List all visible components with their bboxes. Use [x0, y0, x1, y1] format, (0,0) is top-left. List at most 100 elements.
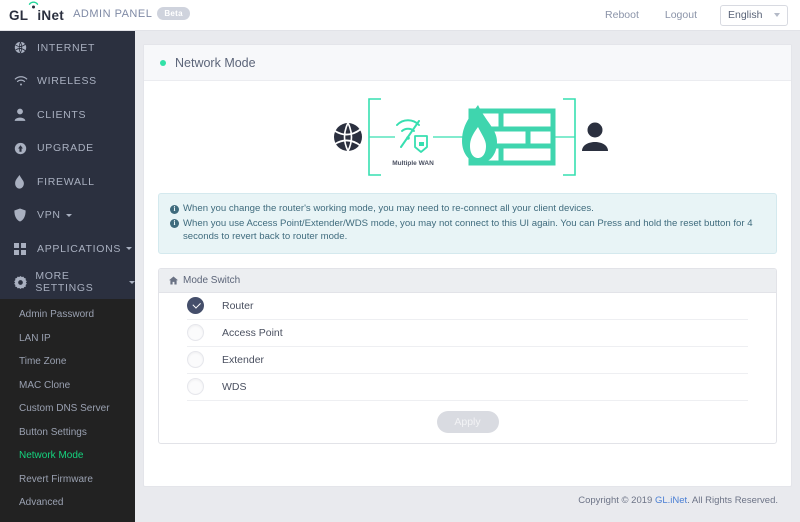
logo-text-gl: GL [9, 8, 29, 23]
flame-icon [14, 174, 36, 189]
sidebar-item-label: MORE SETTINGS [35, 270, 94, 295]
notice-text: When you use Access Point/Extender/WDS m… [183, 217, 753, 243]
upgrade-icon [14, 142, 36, 155]
top-header-bar: GL iNet ADMIN PANEL Beta Reboot Logout En… [0, 0, 800, 31]
sidebar-item-label: CLIENTS [37, 108, 87, 121]
mode-switch-header: Mode Switch [159, 268, 776, 293]
main-content-area: Network Mode Multiple WAN i When you cha… [135, 31, 800, 522]
shield-icon [14, 208, 36, 222]
network-topology-diagram: Multiple WAN [144, 81, 791, 189]
reboot-link[interactable]: Reboot [592, 9, 652, 21]
home-icon [169, 275, 178, 285]
sidebar-subitem-button-settings[interactable]: Button Settings [0, 421, 135, 445]
mode-option-label: WDS [222, 380, 247, 393]
mode-option-router[interactable]: Router [187, 293, 748, 320]
status-dot-icon [160, 59, 166, 66]
language-select[interactable]: English [720, 4, 788, 26]
mode-switch-options: Router Access Point Extender WDS Apply [159, 293, 776, 443]
brand-logo[interactable]: GL iNet [9, 1, 65, 23]
grid-icon [14, 242, 36, 255]
sidebar-subitem-network-mode[interactable]: Network Mode [0, 444, 135, 468]
sidebar-item-label: WIRELESS [37, 75, 97, 88]
page-title: Network Mode [175, 55, 256, 70]
user-icon [14, 108, 36, 122]
logout-link[interactable]: Logout [652, 9, 710, 21]
sidebar-subitem-label: Revert Firmware [19, 473, 93, 485]
sidebar-item-internet[interactable]: INTERNET [0, 31, 135, 65]
sidebar-subitem-label: Time Zone [19, 356, 67, 368]
sidebar-main-items: INTERNET WIRELESS CLIENTS UPGRADE FIREWA… [0, 31, 135, 299]
info-notice-box: i When you change the router's working m… [158, 193, 777, 254]
radio-wds[interactable] [187, 378, 204, 395]
sidebar-subitem-admin-password[interactable]: Admin Password [0, 303, 135, 327]
chevron-down-icon [774, 13, 780, 17]
multiple-wan-label: Multiple WAN [392, 160, 434, 167]
mode-option-access-point[interactable]: Access Point [187, 320, 748, 347]
apply-button-row: Apply [187, 401, 748, 443]
mode-switch-title: Mode Switch [183, 274, 241, 286]
mode-switch-panel: Mode Switch Router Access Point Extender [158, 267, 777, 444]
globe-icon [333, 122, 362, 152]
sidebar-item-clients[interactable]: CLIENTS [0, 98, 135, 132]
sidebar-item-label: FIREWALL [37, 175, 95, 188]
info-icon: i [170, 204, 179, 214]
mode-option-label: Router [222, 299, 254, 312]
mode-option-wds[interactable]: WDS [187, 374, 748, 401]
language-select-value: English [728, 9, 763, 21]
sidebar-subitem-mac-clone[interactable]: MAC Clone [0, 374, 135, 398]
network-mode-card: Network Mode Multiple WAN i When you cha… [143, 44, 792, 487]
glinet-link[interactable]: GL.iNet [655, 495, 687, 506]
radio-access-point[interactable] [187, 324, 204, 341]
radio-router[interactable] [187, 297, 204, 314]
info-icon: i [170, 219, 179, 228]
mode-option-extender[interactable]: Extender [187, 347, 748, 374]
copyright-prefix: Copyright © 2019 [578, 495, 655, 506]
sidebar-item-more-settings[interactable]: MORE SETTINGS [0, 266, 135, 300]
sidebar-subitem-label: MAC Clone [19, 379, 71, 391]
sidebar-item-applications[interactable]: APPLICATIONS [0, 232, 135, 266]
beta-badge: Beta [157, 6, 190, 20]
header-actions: Reboot Logout English [592, 4, 788, 26]
sidebar-subitem-custom-dns-server[interactable]: Custom DNS Server [0, 397, 135, 421]
wifi-icon [14, 75, 36, 87]
sidebar-item-label: APPLICATIONS [37, 242, 122, 255]
sidebar-item-upgrade[interactable]: UPGRADE [0, 132, 135, 166]
footer-copyright: Copyright © 2019 GL.iNet. All Rights Res… [135, 495, 800, 506]
apply-button[interactable]: Apply [436, 410, 499, 433]
sidebar-subitem-label: LAN IP [19, 332, 51, 344]
mode-option-label: Access Point [222, 326, 283, 339]
sidebar-subitem-revert-firmware[interactable]: Revert Firmware [0, 468, 135, 492]
mode-option-label: Extender [222, 353, 265, 366]
sidebar-item-firewall[interactable]: FIREWALL [0, 165, 135, 199]
radio-extender[interactable] [187, 351, 204, 368]
globe-icon [14, 41, 36, 54]
sidebar-item-label: VPN [37, 209, 61, 222]
chevron-down-icon [126, 247, 133, 251]
notice-line: i When you change the router's working m… [170, 202, 765, 216]
sidebar-item-wireless[interactable]: WIRELESS [0, 65, 135, 99]
copyright-suffix: . All Rights Reserved. [687, 495, 778, 506]
logo-text-inet: iNet [37, 8, 65, 23]
notice-line: i When you use Access Point/Extender/WDS… [170, 217, 765, 244]
notice-text: When you change the router's working mod… [183, 203, 594, 214]
person-icon [581, 122, 608, 151]
sidebar-subitem-lan-ip[interactable]: LAN IP [0, 327, 135, 351]
sidebar-item-label: UPGRADE [37, 142, 94, 155]
sidebar-subitem-label: Admin Password [19, 309, 95, 321]
sidebar-subitem-label: Button Settings [19, 426, 87, 438]
sidebar-item-vpn[interactable]: VPN [0, 199, 135, 233]
sidebar-submenu-more-settings: Admin Password LAN IP Time Zone MAC Clon… [0, 299, 135, 522]
wifi-dot-icon [28, 1, 39, 20]
sidebar-subitem-time-zone[interactable]: Time Zone [0, 350, 135, 374]
sidebar-subitem-label: Advanced [19, 497, 64, 509]
multiple-wan-icon [395, 119, 428, 153]
gear-icon [14, 275, 34, 289]
sidebar-nav: INTERNET WIRELESS CLIENTS UPGRADE FIREWA… [0, 31, 135, 522]
sidebar-subitem-label: Network Mode [19, 450, 84, 462]
chevron-down-icon [65, 213, 72, 217]
card-header: Network Mode [144, 45, 791, 81]
sidebar-subitem-advanced[interactable]: Advanced [0, 491, 135, 515]
sidebar-subitem-label: Custom DNS Server [19, 403, 110, 415]
sidebar-item-label: INTERNET [37, 41, 96, 54]
firewall-brick-flame-icon [461, 105, 555, 166]
